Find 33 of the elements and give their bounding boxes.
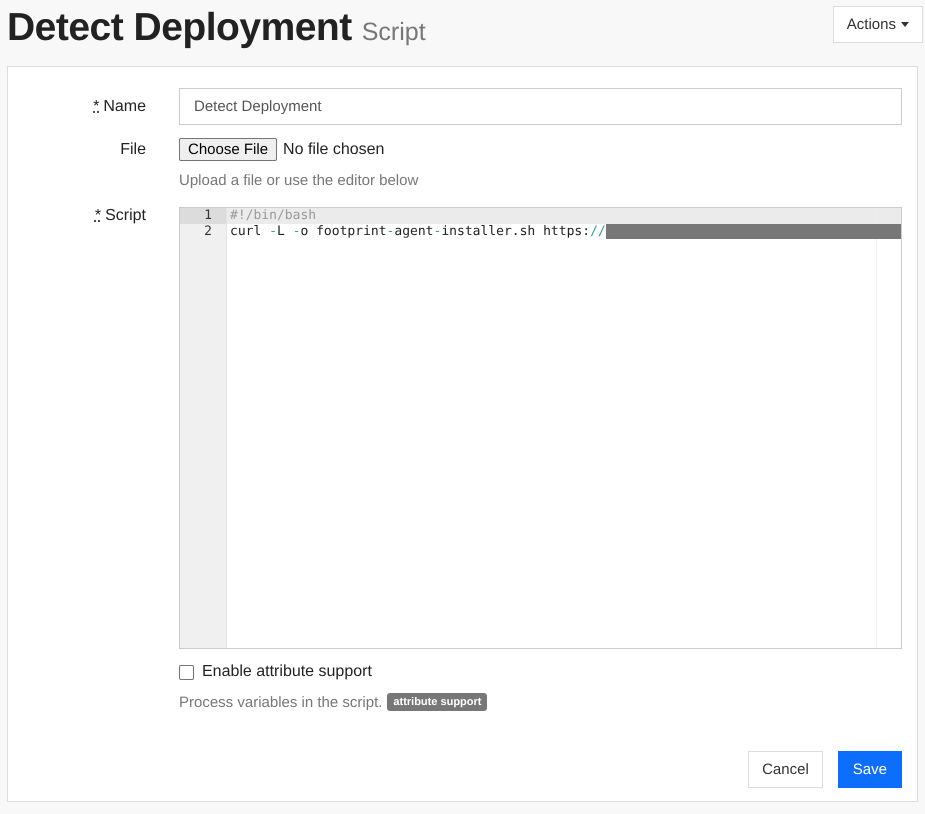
code-token: o footprint xyxy=(300,224,387,240)
code-token: #!/bin/bash xyxy=(230,208,316,224)
required-mark: * xyxy=(94,207,102,225)
code-token: L xyxy=(276,224,286,240)
file-help-text: Upload a file or use the editor below xyxy=(179,172,420,189)
checkbox-label: Enable attribute support xyxy=(202,663,372,681)
page-title: Detect Deployment xyxy=(7,6,352,50)
code-token: // xyxy=(590,224,606,240)
script-label: Script xyxy=(105,207,146,225)
name-label: Name xyxy=(103,98,146,116)
file-label: File xyxy=(120,140,146,158)
cancel-button[interactable]: Cancel xyxy=(748,751,823,788)
attribute-help-text: Process variables in the script. xyxy=(179,694,382,710)
name-input[interactable]: Detect Deployment xyxy=(179,88,902,125)
page-subtitle: Script xyxy=(362,18,426,47)
line-number: 2 xyxy=(203,224,213,240)
actions-button[interactable]: Actions xyxy=(832,6,923,43)
code-token: - xyxy=(434,224,442,240)
code-token: agent xyxy=(394,224,434,240)
code-token: curl xyxy=(230,224,262,240)
code-token: installer.sh https: xyxy=(441,224,590,240)
required-mark: * xyxy=(93,98,100,116)
choose-file-button[interactable]: Choose File xyxy=(179,138,278,161)
attribute-badge: attribute support xyxy=(387,693,488,711)
code-token: - xyxy=(269,224,277,240)
code-token: - xyxy=(292,224,300,240)
file-status: No file chosen xyxy=(283,140,384,158)
code-token: - xyxy=(386,224,394,240)
code-editor[interactable]: 1 2 #!/bin/bash curl -L -o footprint-agent-installer.sh https:// xyxy=(179,207,902,649)
attribute-checkbox[interactable] xyxy=(179,664,194,680)
save-button[interactable]: Save xyxy=(838,751,902,788)
caret-icon xyxy=(901,22,909,27)
line-number: 1 xyxy=(180,208,226,224)
